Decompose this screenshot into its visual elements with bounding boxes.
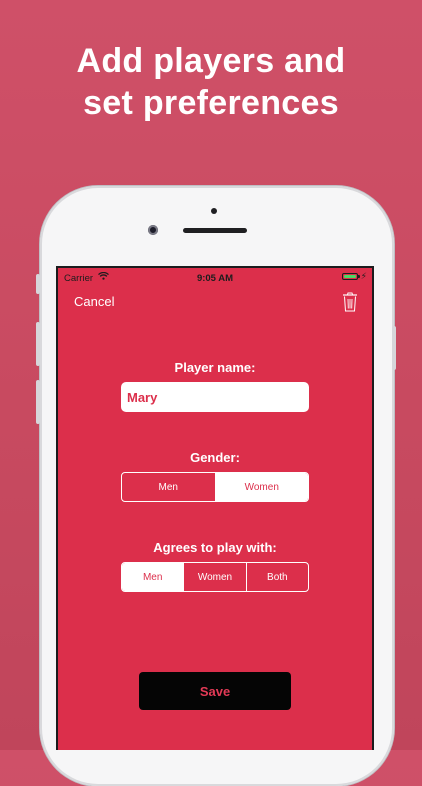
phone-camera xyxy=(148,225,158,235)
agrees-to-play-label: Agrees to play with: xyxy=(58,540,372,555)
save-button[interactable]: Save xyxy=(139,672,291,710)
charging-icon: ⚡︎ xyxy=(361,271,367,282)
gender-option-men[interactable]: Men xyxy=(122,473,215,501)
status-time: 9:05 AM xyxy=(58,273,372,284)
gender-segmented-control: Men Women xyxy=(121,472,309,502)
phone-power-button xyxy=(392,326,396,370)
battery-icon xyxy=(342,273,358,280)
headline-line-1: Add players and xyxy=(0,40,422,82)
agrees-option-both[interactable]: Both xyxy=(246,563,308,591)
status-bar: Carrier 9:05 AM ⚡︎ xyxy=(58,268,372,288)
player-name-label: Player name: xyxy=(58,360,372,375)
phone-sensor xyxy=(211,208,217,214)
agrees-option-women[interactable]: Women xyxy=(183,563,245,591)
player-name-input[interactable] xyxy=(121,382,309,412)
gender-option-women[interactable]: Women xyxy=(215,473,309,501)
cancel-button[interactable]: Cancel xyxy=(74,294,114,309)
phone-speaker xyxy=(183,228,247,233)
trash-icon[interactable] xyxy=(342,292,358,312)
phone-volume-down xyxy=(36,380,40,424)
marketing-headline: Add players and set preferences xyxy=(0,40,422,124)
headline-line-2: set preferences xyxy=(0,82,422,124)
phone-mute-switch xyxy=(36,274,40,294)
agrees-segmented-control: Men Women Both xyxy=(121,562,309,592)
app-screen: Carrier 9:05 AM ⚡︎ Cancel Player name: G… xyxy=(56,266,374,750)
gender-label: Gender: xyxy=(58,450,372,465)
phone-volume-up xyxy=(36,322,40,366)
agrees-option-men[interactable]: Men xyxy=(122,563,183,591)
